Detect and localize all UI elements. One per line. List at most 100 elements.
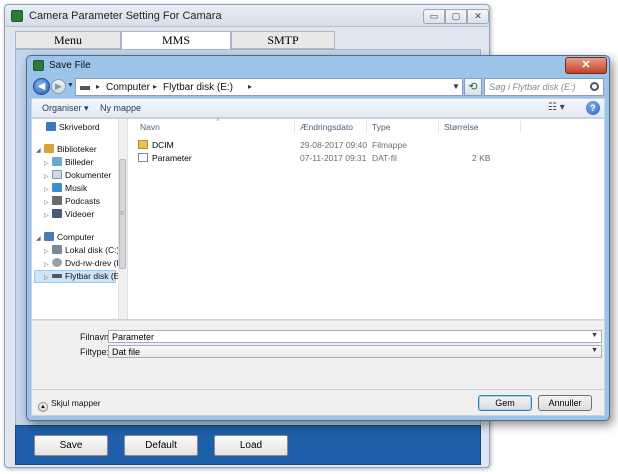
cancel-button[interactable]: Annuller	[538, 395, 592, 411]
dialog-app-icon	[33, 60, 44, 71]
documents-icon	[52, 170, 62, 179]
column-divider[interactable]	[438, 121, 439, 133]
nav-item-videos[interactable]: ▷ Videoer	[44, 209, 94, 219]
folder-icon	[138, 140, 148, 149]
filename-value: Parameter	[112, 332, 155, 342]
expand-triangle-icon[interactable]: ▷	[44, 199, 52, 206]
close-button[interactable]: ✕	[467, 9, 489, 24]
file-size: 2 KB	[472, 153, 491, 163]
address-dropdown-icon[interactable]: ▼	[452, 82, 460, 91]
file-type: Filmappe	[372, 140, 407, 150]
chevron-down-icon[interactable]: ▼	[591, 347, 598, 354]
dialog-button-bar: ▲ Skjul mapper Gem Annuller	[31, 390, 605, 416]
column-divider[interactable]	[366, 121, 367, 133]
music-icon	[52, 183, 62, 192]
file-name: DCIM	[152, 140, 174, 150]
save-button[interactable]: Save	[34, 435, 108, 456]
nav-item-libraries[interactable]: ◢ Biblioteker	[36, 144, 97, 154]
nav-item-podcasts[interactable]: ▷ Podcasts	[44, 196, 100, 206]
expand-triangle-icon[interactable]: ▷	[44, 186, 52, 193]
new-folder-button[interactable]: Ny mappe	[100, 103, 141, 113]
dialog-close-button[interactable]: ✕	[565, 57, 607, 74]
back-arrow-icon[interactable]: ◀	[33, 78, 50, 95]
drive-icon	[80, 86, 90, 90]
organise-menu[interactable]: Organiser ▾	[42, 103, 89, 114]
tab-bar: Menu MMS SMTP	[15, 31, 335, 49]
expand-triangle-icon[interactable]: ▷	[44, 274, 52, 281]
file-row[interactable]: Parameter 07-11-2017 09:31 DAT-fil 2 KB	[136, 152, 596, 164]
collapse-triangle-icon[interactable]: ◢	[36, 235, 44, 242]
filetype-value: Dat file	[112, 347, 141, 357]
recent-locations-chevron-icon[interactable]: ▼	[67, 82, 74, 89]
expand-triangle-icon[interactable]: ▷	[44, 261, 52, 268]
minimize-button[interactable]: ▭	[423, 9, 445, 24]
expand-triangle-icon[interactable]: ▷	[44, 173, 52, 180]
maximize-button[interactable]: ▢	[445, 9, 467, 24]
refresh-icon[interactable]: ⟲	[464, 78, 482, 96]
nav-item-documents[interactable]: ▷ Dokumenter	[44, 170, 111, 180]
load-button[interactable]: Load	[214, 435, 288, 456]
nav-item-computer[interactable]: ◢ Computer	[36, 232, 94, 242]
filename-field[interactable]: Parameter ▼	[108, 330, 602, 343]
file-icon	[138, 153, 148, 162]
nav-item-dvd-drive[interactable]: ▷ Dvd-rw-drev (D:)	[44, 258, 127, 268]
breadcrumb-computer[interactable]: Computer	[106, 82, 150, 93]
expand-triangle-icon[interactable]: ▷	[44, 248, 52, 255]
scroll-grip-icon: ≡	[120, 211, 124, 217]
nav-item-music[interactable]: ▷ Musik	[44, 183, 87, 193]
tab-menu[interactable]: Menu	[15, 31, 121, 49]
save-file-dialog: Save File ✕ ◀ ▶ ▼ ▸ Computer ▸ Flytbar d…	[26, 55, 610, 421]
nav-item-label: Skrivebord	[59, 122, 100, 132]
nav-item-pictures[interactable]: ▷ Billeder	[44, 157, 93, 167]
help-icon[interactable]: ?	[586, 101, 600, 115]
dialog-title-bar: Save File ✕	[27, 56, 609, 76]
libraries-icon	[44, 144, 54, 153]
forward-arrow-icon[interactable]: ▶	[51, 79, 66, 94]
tab-mms[interactable]: MMS	[121, 31, 231, 49]
hide-folders-toggle[interactable]: ▲ Skjul mapper	[38, 398, 101, 412]
nav-item-label: Podcasts	[65, 196, 100, 206]
address-row: ◀ ▶ ▼ ▸ Computer ▸ Flytbar disk (E:) ▸ ▼…	[31, 77, 605, 97]
navigation-pane: Skrivebord ◢ Biblioteker ▷ Billeder ▷ Dokum…	[32, 119, 128, 319]
chevron-up-icon: ▲	[38, 402, 48, 412]
chevron-down-icon[interactable]: ▼	[591, 332, 598, 339]
dialog-toolbar: Organiser ▾ Ny mappe ☷ ▾ ?	[31, 98, 605, 118]
tab-smtp[interactable]: SMTP	[231, 31, 335, 49]
filetype-label: Filtype:	[80, 347, 110, 357]
save-form: Filnavn: Parameter ▼ Filtype: Dat file ▼	[31, 320, 605, 390]
collapse-triangle-icon[interactable]: ◢	[36, 147, 44, 154]
view-options-icon[interactable]: ☷ ▾	[548, 102, 565, 113]
column-divider[interactable]	[520, 121, 521, 133]
column-header-size[interactable]: Størrelse	[444, 122, 478, 132]
column-divider[interactable]	[294, 121, 295, 133]
column-header-modified[interactable]: Ændringsdato	[300, 122, 353, 132]
search-icon	[590, 82, 599, 91]
nav-item-label: Flytbar disk (E:)	[65, 271, 125, 281]
search-placeholder: Søg i Flytbar disk (E:)	[489, 82, 576, 92]
nav-item-desktop[interactable]: Skrivebord	[46, 122, 100, 132]
computer-icon	[44, 232, 54, 241]
column-header-name[interactable]: Navn	[140, 122, 160, 132]
nav-item-local-disk[interactable]: ▷ Lokal disk (C:)	[44, 245, 119, 255]
column-header-type[interactable]: Type	[372, 122, 390, 132]
address-bar[interactable]: ▸ Computer ▸ Flytbar disk (E:) ▸ ▼	[75, 78, 463, 96]
dvd-drive-icon	[52, 258, 62, 267]
default-button[interactable]: Default	[124, 435, 198, 456]
removable-disk-icon	[52, 274, 62, 278]
file-type: DAT-fil	[372, 153, 397, 163]
breadcrumb-separator[interactable]: ▸	[248, 82, 252, 91]
nav-item-removable-disk[interactable]: ▷ Flytbar disk (E:)	[44, 271, 125, 281]
file-modified: 07-11-2017 09:31	[300, 153, 367, 163]
breadcrumb-separator[interactable]: ▸	[96, 82, 100, 91]
sort-indicator-icon: ˄	[216, 118, 220, 124]
file-row[interactable]: DCIM 29-08-2017 09:40 Filmappe	[136, 139, 596, 151]
nav-item-label: Billeder	[65, 157, 94, 167]
filetype-select[interactable]: Dat file ▼	[108, 345, 602, 358]
breadcrumb-separator[interactable]: ▸	[153, 82, 157, 91]
expand-triangle-icon[interactable]: ▷	[44, 212, 52, 219]
app-title: Camera Parameter Setting For Camara	[29, 10, 222, 22]
expand-triangle-icon[interactable]: ▷	[44, 160, 52, 167]
breadcrumb-drive[interactable]: Flytbar disk (E:)	[163, 82, 233, 93]
save-dialog-button[interactable]: Gem	[478, 395, 532, 411]
search-input[interactable]: Søg i Flytbar disk (E:)	[484, 78, 604, 96]
